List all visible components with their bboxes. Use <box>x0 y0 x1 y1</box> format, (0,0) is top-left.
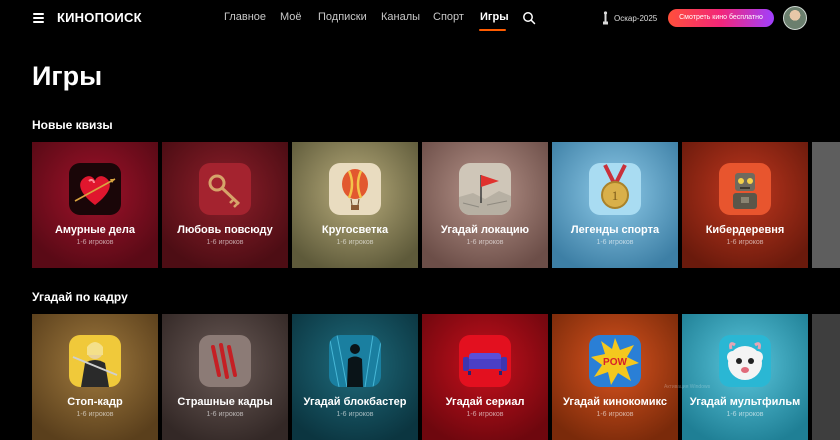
pow-icon: POW <box>589 335 641 387</box>
quiz-card-players: 1-6 игроков <box>466 411 504 418</box>
watch-free-button[interactable]: Смотреть кино бесплатно <box>668 9 774 27</box>
quiz-card-title: Стоп-кадр <box>67 396 123 408</box>
nav-main[interactable]: Главное <box>224 11 266 23</box>
film-frame-icon <box>69 335 121 387</box>
silhouette-icon <box>329 335 381 387</box>
key-icon <box>199 163 251 215</box>
quiz-card[interactable]: Амурные дела 1-6 игроков <box>32 142 158 268</box>
oscar-label: Оскар-2025 <box>614 13 658 23</box>
quiz-row-new: Амурные дела 1-6 игроков Любовь повсюду … <box>32 142 840 268</box>
quiz-card-title: Кибердеревня <box>705 224 785 236</box>
section-title-guess-by-frame: Угадай по кадру <box>32 290 128 304</box>
quiz-card-players: 1-6 игроков <box>76 239 114 246</box>
top-header: КИНОПОИСК Главное Моё Подписки Каналы Сп… <box>0 0 840 36</box>
quiz-card-players: 1-6 игроков <box>206 411 244 418</box>
active-nav-indicator <box>479 29 506 31</box>
quiz-card-players: 1-6 игроков <box>336 411 374 418</box>
quiz-card[interactable]: Угадай блокбастер 1-6 игроков <box>292 314 418 440</box>
quiz-card-title: Угадай кинокомикс <box>563 396 667 408</box>
quiz-card-players: 1-6 игроков <box>336 239 374 246</box>
nav-mine[interactable]: Моё <box>280 11 302 23</box>
oscar-link[interactable]: Оскар-2025 <box>602 11 657 25</box>
quiz-card[interactable]: POW Угадай кинокомикс 1-6 игроков <box>552 314 678 440</box>
quiz-card-players: 1-6 игроков <box>596 411 634 418</box>
quiz-card[interactable]: Угадай сериал 1-6 игроков <box>422 314 548 440</box>
quiz-card[interactable]: Угадай мультфильм 1-6 игроков <box>682 314 808 440</box>
fluffy-monster-icon <box>719 335 771 387</box>
svg-text:1: 1 <box>612 188 619 203</box>
quiz-card-title: Угадай мультфильм <box>689 396 801 408</box>
quiz-card-title: Ша <box>808 224 840 236</box>
windows-watermark: Активация Windows <box>664 384 711 390</box>
quiz-card-title: Угадай блокбастер <box>303 396 407 408</box>
quiz-card[interactable]: Страшные кадры 1-6 игроков <box>162 314 288 440</box>
quiz-card-players: 1-6 игроков <box>206 239 244 246</box>
quiz-card-title: Страшные кадры <box>177 396 273 408</box>
section-title-new-quizzes: Новые квизы <box>32 118 113 132</box>
quiz-card-title: Кругосветка <box>321 224 389 236</box>
search-icon[interactable] <box>522 11 536 25</box>
nav-games[interactable]: Игры <box>480 11 509 23</box>
quiz-row-frame: Стоп-кадр 1-6 игроков Страшные кадры 1-6… <box>32 314 840 440</box>
nav-subscriptions[interactable]: Подписки <box>318 11 367 23</box>
quiz-card-title: Угадай сериал <box>445 396 525 408</box>
quiz-card-players: 1-6 игроков <box>466 239 504 246</box>
quiz-card-players: 1-6 игроков <box>596 239 634 246</box>
quiz-card-title: Амурные дела <box>54 224 136 236</box>
quiz-card[interactable]: Угадай локацию 1-6 игроков <box>422 142 548 268</box>
logo[interactable]: КИНОПОИСК <box>57 10 142 25</box>
quiz-card[interactable]: Любовь повсюду 1-6 игроков <box>162 142 288 268</box>
robot-icon <box>719 163 771 215</box>
avatar[interactable] <box>783 6 807 30</box>
quiz-card-players: 1-6 игроков <box>726 239 764 246</box>
hot-air-balloon-icon <box>329 163 381 215</box>
sofa-icon <box>459 335 511 387</box>
quiz-card[interactable]: Кибердеревня 1-6 игроков <box>682 142 808 268</box>
quiz-card-players: 1-6 игроков <box>76 411 114 418</box>
quiz-card[interactable]: Кругосветка 1-6 игроков <box>292 142 418 268</box>
svg-text:POW: POW <box>603 357 627 368</box>
page-title: Игры <box>32 61 103 91</box>
map-flag-icon <box>459 163 511 215</box>
quiz-card-players: 1-6 игроков <box>726 411 764 418</box>
quiz-card[interactable]: Стоп-кадр 1-6 игроков <box>32 314 158 440</box>
nav-channels[interactable]: Каналы <box>381 11 420 23</box>
nav-sport[interactable]: Спорт <box>433 11 464 23</box>
oscar-statue-icon <box>603 11 608 25</box>
heart-arrow-icon <box>69 163 121 215</box>
medal-icon: 1 <box>589 163 641 215</box>
quiz-card-partial[interactable] <box>812 314 840 440</box>
quiz-card-partial[interactable]: Ша <box>812 142 840 268</box>
menu-icon[interactable] <box>33 13 44 23</box>
quiz-card-title: Легенды спорта <box>570 224 660 236</box>
quiz-card-title: Угадай локацию <box>440 224 530 236</box>
claw-marks-icon <box>199 335 251 387</box>
quiz-card[interactable]: 1 Легенды спорта 1-6 игроков <box>552 142 678 268</box>
quiz-card-title: Любовь повсюду <box>177 224 273 236</box>
